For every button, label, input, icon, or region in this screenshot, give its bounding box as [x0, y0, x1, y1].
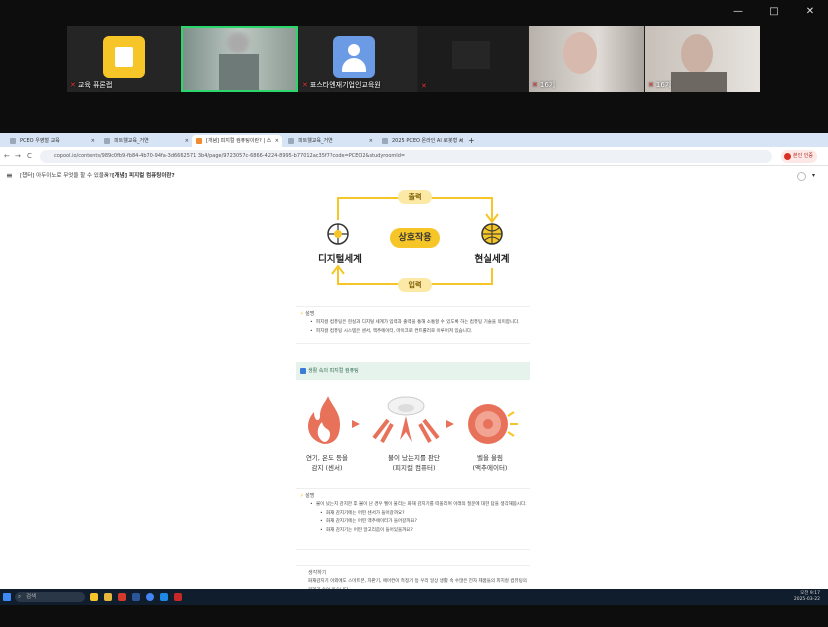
- mic-muted-icon: ✕: [421, 82, 427, 90]
- mic-muted-icon: ✕: [532, 81, 538, 89]
- real-world-label: 현실세계: [474, 254, 510, 265]
- favicon-icon: [288, 138, 294, 144]
- person-blurred: [681, 34, 713, 74]
- breadcrumb-item[interactable]: [챕터] 아두이노로 무엇을 할 수 있을까?: [20, 169, 112, 183]
- digital-world-icon: [327, 223, 349, 245]
- list-item: 피지컬 컴퓨팅은 현실과 디지털 세계가 입력과 출력을 통해 소통할 수 있도…: [308, 319, 530, 328]
- taskbar-search[interactable]: ⌕ 검색: [15, 592, 85, 602]
- taskbar-app-icon[interactable]: [174, 593, 182, 601]
- video-tile-4[interactable]: ✕: [418, 26, 528, 92]
- list-item: 화재 감지기는 어떤 알고리즘이 들어있을까요?: [318, 527, 530, 536]
- person-blurred: [227, 32, 249, 54]
- close-tab-icon[interactable]: ×: [275, 135, 279, 147]
- tab-bar: PCEO 우영철 교육 × 피트웰교육_거연 × [개념] 피지컬 컴퓨팅이란? |…: [0, 133, 828, 147]
- explanation-box-1: ⚡ 설명 피지컬 컴퓨팅은 현실과 디지털 세계가 입력과 출력을 통해 소통할…: [296, 306, 530, 344]
- minimize-button[interactable]: —: [720, 4, 756, 20]
- participant-name: 16기: [655, 81, 672, 89]
- output-label: 출력: [398, 190, 432, 204]
- flow-step-sensor: 연기, 온도 등을 감지 (센서): [305, 454, 349, 472]
- taskbar-app-icon[interactable]: [160, 593, 168, 601]
- info-icon: [300, 368, 306, 374]
- taskbar-app-icon[interactable]: [118, 593, 126, 601]
- new-tab-button[interactable]: +: [466, 135, 478, 147]
- mic-muted-icon: ✕: [70, 81, 76, 89]
- windows-start-icon[interactable]: [3, 593, 11, 601]
- explanation-box-3: 생각하기 화재감지기 이외에도 스마트폰, 자판기, 에어컨이 측정기 등 우리…: [296, 565, 530, 589]
- video-tile-6[interactable]: ✕ 16기: [645, 26, 760, 92]
- mic-muted-icon: ✕: [648, 81, 654, 89]
- taskbar-app-icon[interactable]: [132, 593, 140, 601]
- video-tile-2[interactable]: [181, 26, 298, 92]
- favicon-icon: [196, 138, 202, 144]
- arrow-right-icon: [446, 420, 454, 428]
- tab-3-active[interactable]: [개념] 피지컬 컴퓨팅이란? | 스 ×: [192, 135, 282, 147]
- input-label: 입력: [398, 278, 432, 292]
- person-blurred: [563, 32, 597, 74]
- video-tile-3[interactable]: ✕ 표스타엔재기업인교육원: [299, 26, 417, 92]
- tab-2[interactable]: 피트웰교육_거연 ×: [100, 135, 192, 147]
- lightning-icon: ⚡: [300, 493, 304, 499]
- tab-1[interactable]: PCEO 우영철 교육 ×: [6, 135, 98, 147]
- digital-world-label: 디지털세계: [318, 254, 362, 265]
- arrow-right-icon: [352, 420, 360, 428]
- tab-5[interactable]: 2025 PCEO 온라인 AI 로봇형 시 ×: [378, 135, 466, 147]
- favicon-icon: [10, 138, 16, 144]
- close-tab-icon[interactable]: ×: [459, 135, 463, 147]
- logo-icon: [103, 36, 145, 78]
- breadcrumb: ≡ [챕터] 아두이노로 무엇을 할 수 있을까? > [개념] 피지컬 컴퓨팅…: [0, 169, 828, 183]
- lightning-icon: ⚡: [300, 311, 304, 317]
- close-tab-icon[interactable]: ×: [185, 135, 189, 147]
- explanation-box-2: ⚡ 설명 불이 났는지 감지한 후 불이 난 경우 벨이 울리는 화재 감지기를…: [296, 488, 530, 550]
- video-strip: ✕ 교육 퓨론랩 ✕ 표스타엔재기업인교육원 ✕ ✕ 16기 ✕ 16기: [67, 26, 760, 92]
- search-icon: ⌕: [18, 594, 22, 600]
- section-header: 생활 속의 피지컬 컴퓨팅: [296, 362, 530, 380]
- close-tab-icon[interactable]: ×: [369, 135, 373, 147]
- chrome-icon[interactable]: [146, 593, 154, 601]
- real-world-icon: [481, 223, 503, 245]
- flame-icon: [308, 396, 340, 444]
- taskbar-clock[interactable]: 오전 9:17 2025-03-22: [794, 591, 820, 603]
- smoke-detector-icon: [372, 396, 440, 443]
- back-icon[interactable]: ←: [4, 152, 10, 160]
- list-item: 화재 감지기에는 어떤 액추에이터가 들어갈까요?: [318, 518, 530, 527]
- profile-button[interactable]: 본인 인증: [781, 150, 817, 163]
- taskbar-folder-icon[interactable]: [104, 593, 112, 601]
- maximize-button[interactable]: □: [756, 4, 792, 20]
- participant-name: 16기: [539, 81, 556, 89]
- mic-muted-icon: ✕: [302, 81, 308, 89]
- chevron-down-icon[interactable]: ▾: [812, 169, 815, 183]
- tab-4[interactable]: 피트웰교육_거연 ×: [284, 135, 376, 147]
- circle-icon[interactable]: [797, 172, 806, 181]
- window-controls: — □ ✕: [720, 4, 828, 20]
- breadcrumb-current: [개념] 피지컬 컴퓨팅이란?: [112, 173, 175, 179]
- bell-icon: [468, 404, 518, 444]
- favicon-icon: [382, 138, 388, 144]
- forward-icon[interactable]: →: [15, 152, 21, 160]
- profile-avatar-icon: [784, 153, 791, 160]
- flow-labels: 연기, 온도 등을 감지 (센서) 불이 났는지를 판단 (피지컬 컴퓨터) 벨을 …: [296, 453, 530, 475]
- video-tile-5[interactable]: ✕ 16기: [529, 26, 644, 92]
- refresh-icon[interactable]: C: [27, 152, 32, 160]
- list-item: 화재 감지기에는 어떤 센서가 들어갈까요?: [318, 510, 530, 519]
- favicon-icon: [104, 138, 110, 144]
- list-item: 피지컬 컴퓨팅 시스템은 센서, 액추에이터, 마이크로 컨트롤러로 이루어져 …: [308, 328, 530, 337]
- flow-step-actuator: 벨을 울림 (액추에이터): [472, 454, 508, 472]
- avatar-icon: [333, 36, 375, 78]
- video-tile-1[interactable]: ✕ 교육 퓨론랩: [67, 26, 180, 92]
- close-button[interactable]: ✕: [792, 4, 828, 20]
- list-item: 불이 났는지 감지한 후 불이 난 경우 벨이 울리는 화재 감지기를 떠올리며…: [308, 501, 530, 510]
- breadcrumb-separator: >: [104, 173, 109, 179]
- participant-name: 표스타엔재기업인교육원: [309, 81, 381, 89]
- participant-name: 교육 퓨론랩: [77, 81, 113, 89]
- interaction-label: 상호작용: [390, 228, 440, 248]
- menu-icon[interactable]: ≡: [6, 169, 13, 183]
- close-tab-icon[interactable]: ×: [91, 135, 95, 147]
- url-field[interactable]: copool.io/contents/989c0fb9-fb84-4b70-94…: [40, 150, 772, 163]
- fire-detector-flow: [308, 396, 518, 444]
- flow-step-computer: 불이 났는지를 판단 (피지컬 컴퓨터): [388, 454, 440, 472]
- taskbar-app-icon[interactable]: [90, 593, 98, 601]
